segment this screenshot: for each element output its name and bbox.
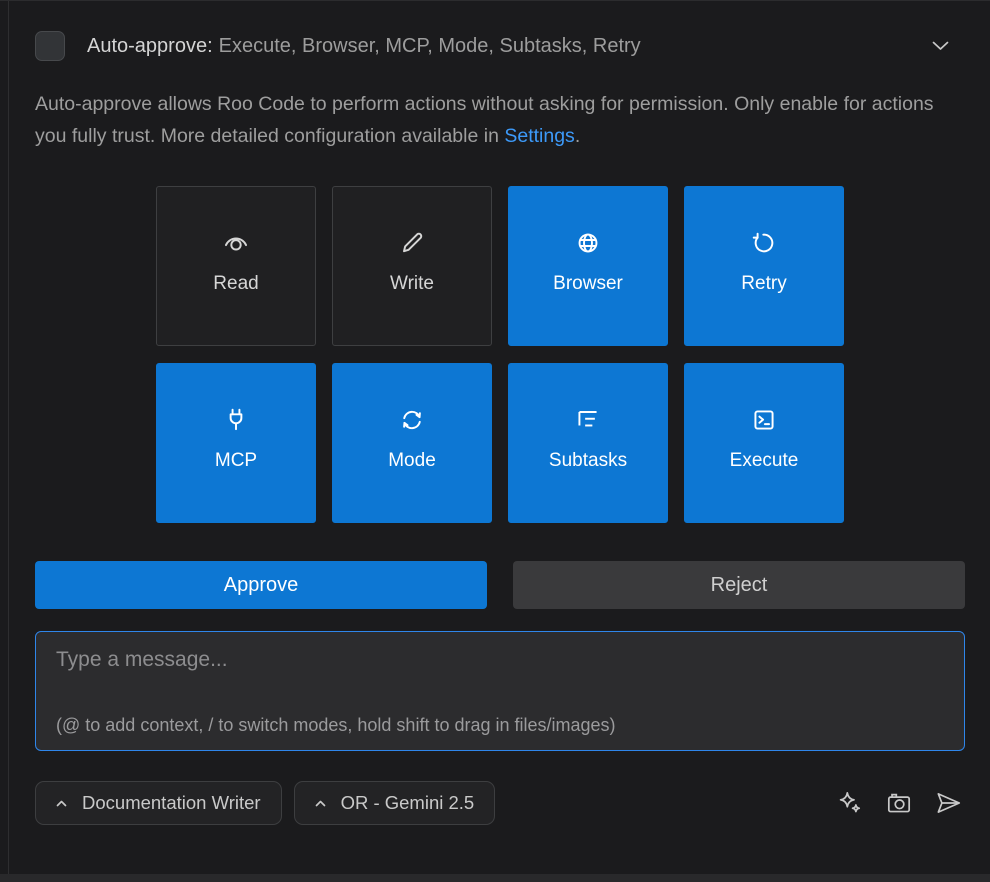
- sparkles-icon: [835, 788, 865, 818]
- chevron-up-icon: [56, 800, 67, 807]
- toggle-label: Browser: [553, 273, 623, 295]
- mode-selector[interactable]: Documentation Writer: [35, 781, 282, 825]
- list-tree-icon: [572, 404, 604, 436]
- auto-approve-checkbox[interactable]: [35, 31, 65, 61]
- action-buttons-row: Approve Reject: [35, 561, 965, 609]
- message-placeholder: Type a message...: [56, 648, 944, 672]
- toggle-label: Execute: [730, 450, 799, 472]
- settings-link[interactable]: Settings: [504, 125, 574, 147]
- message-hint: (@ to add context, / to switch modes, ho…: [56, 715, 944, 736]
- mode-selector-label: Documentation Writer: [82, 792, 261, 814]
- reject-button[interactable]: Reject: [513, 561, 965, 609]
- send-icon: [933, 788, 963, 818]
- bottom-divider: [0, 874, 990, 882]
- auto-approve-title[interactable]: Auto-approve: Execute, Browser, MCP, Mode…: [87, 35, 901, 58]
- eye-icon: [220, 227, 252, 259]
- auto-approve-label: Auto-approve:: [87, 35, 213, 57]
- model-selector-label: OR - Gemini 2.5: [341, 792, 475, 814]
- sync-icon: [396, 404, 428, 436]
- pencil-icon: [396, 227, 428, 259]
- message-input[interactable]: Type a message... (@ to add context, / t…: [35, 631, 965, 751]
- auto-approve-toggle-grid: Read Write Browser: [156, 186, 844, 523]
- auto-approve-description: Auto-approve allows Roo Code to perform …: [35, 89, 945, 152]
- model-selector[interactable]: OR - Gemini 2.5: [294, 781, 496, 825]
- chevron-down-icon: [932, 41, 949, 51]
- toggle-retry[interactable]: Retry: [684, 186, 844, 346]
- toggle-label: Write: [390, 273, 434, 295]
- toggle-browser[interactable]: Browser: [508, 186, 668, 346]
- toggle-label: Read: [213, 273, 258, 295]
- plug-icon: [220, 404, 252, 436]
- enhance-prompt-button[interactable]: [833, 786, 867, 820]
- toggle-label: Subtasks: [549, 450, 627, 472]
- approve-button[interactable]: Approve: [35, 561, 487, 609]
- collapse-section-button[interactable]: [923, 29, 957, 63]
- send-button[interactable]: [931, 786, 965, 820]
- description-text: Auto-approve allows Roo Code to perform …: [35, 93, 934, 147]
- toggle-label: Mode: [388, 450, 436, 472]
- toggle-write[interactable]: Write: [332, 186, 492, 346]
- toggle-subtasks[interactable]: Subtasks: [508, 363, 668, 523]
- camera-icon: [884, 788, 914, 818]
- chevron-up-icon: [315, 800, 326, 807]
- terminal-icon: [748, 404, 780, 436]
- auto-approve-summary: Execute, Browser, MCP, Mode, Subtasks, R…: [219, 35, 641, 57]
- composer-footer: Documentation Writer OR - Gemini 2.5: [35, 781, 965, 825]
- screenshot-button[interactable]: [882, 786, 916, 820]
- description-period: .: [575, 125, 580, 147]
- refresh-icon: [748, 227, 780, 259]
- auto-approve-header: Auto-approve: Execute, Browser, MCP, Mode…: [35, 29, 965, 63]
- toggle-mcp[interactable]: MCP: [156, 363, 316, 523]
- globe-icon: [572, 227, 604, 259]
- roo-code-chat-panel: Auto-approve: Execute, Browser, MCP, Mode…: [0, 0, 990, 882]
- toggle-execute[interactable]: Execute: [684, 363, 844, 523]
- toggle-label: MCP: [215, 450, 257, 472]
- toggle-read[interactable]: Read: [156, 186, 316, 346]
- toggle-mode[interactable]: Mode: [332, 363, 492, 523]
- toggle-label: Retry: [741, 273, 786, 295]
